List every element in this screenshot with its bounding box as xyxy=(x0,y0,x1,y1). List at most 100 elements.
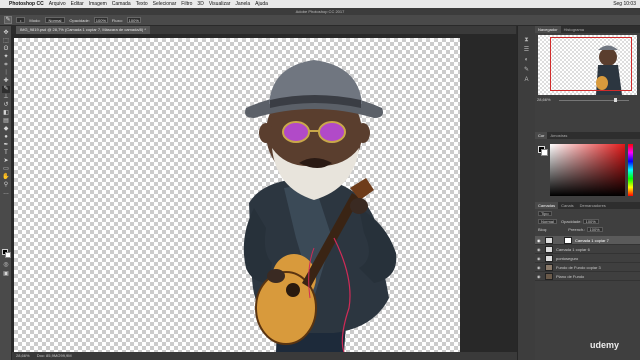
eye-icon[interactable]: ◉ xyxy=(537,254,541,263)
type-tool-icon[interactable]: T xyxy=(2,150,10,157)
menu-ajuda[interactable]: Ajuda xyxy=(255,1,268,7)
tab-canais[interactable]: Canais xyxy=(558,202,576,209)
hand-tool-icon[interactable]: ✋ xyxy=(2,174,10,181)
navigator-zoom-row: 28,66% xyxy=(535,97,640,103)
eye-icon[interactable]: ◉ xyxy=(537,245,541,254)
caricature-image xyxy=(243,60,397,353)
eye-icon[interactable]: ◉ xyxy=(537,272,541,281)
character-panel-icon[interactable]: A xyxy=(522,76,531,84)
layer-row[interactable]: ◉ pontoseguro xyxy=(535,254,640,263)
menu-filtro[interactable]: Filtro xyxy=(181,1,192,7)
menu-janela[interactable]: Janela xyxy=(235,1,250,7)
layer-filter-row: Tipo xyxy=(535,210,640,217)
shape-tool-icon[interactable]: ▭ xyxy=(2,166,10,173)
options-bar: ✎ • Modo: Normal Opacidade: 100% Fluxo: … xyxy=(0,15,640,26)
watermark-logo: udemy xyxy=(590,340,620,350)
screen-mode-icon[interactable]: ▣ xyxy=(2,271,10,278)
layer-fill-field[interactable]: 100% xyxy=(586,227,603,232)
quick-mask-icon[interactable]: ◎ xyxy=(2,262,10,269)
dodge-tool-icon[interactable]: ● xyxy=(2,134,10,141)
layer-thumbnail xyxy=(545,273,553,280)
layer-name: Plano de Fundo xyxy=(556,274,585,279)
background-color-swatch[interactable] xyxy=(5,252,11,258)
navigator-zoom-knob[interactable] xyxy=(614,98,617,102)
menu-texto[interactable]: Texto xyxy=(136,1,148,7)
gradient-tool-icon[interactable]: ▤ xyxy=(2,118,10,125)
tab-amostras[interactable]: Amostras xyxy=(547,132,570,139)
layer-row[interactable]: ◉ Camada 1 copiar 6 xyxy=(535,245,640,254)
menu-app-name[interactable]: Photoshop CC xyxy=(9,1,44,7)
layer-opacity-label: Opacidade: xyxy=(561,219,582,224)
history-panel-icon[interactable]: ⧗ xyxy=(522,36,531,44)
marquee-tool-icon[interactable]: ⬚ xyxy=(2,38,10,45)
document-tab[interactable]: IMG_9819.psd @ 28,7% (Camada 1 copiar 7,… xyxy=(16,26,150,34)
navigator-view-box[interactable] xyxy=(550,37,632,91)
navigator-tabs: Navegador Histograma xyxy=(535,26,640,33)
layer-opacity-field[interactable]: 100% xyxy=(582,219,599,224)
hue-slider[interactable] xyxy=(628,144,633,196)
zoom-tool-icon[interactable]: ⚲ xyxy=(2,182,10,189)
path-select-tool-icon[interactable]: ➤ xyxy=(2,158,10,165)
document-canvas[interactable] xyxy=(14,38,460,353)
opacity-field[interactable]: 100% xyxy=(93,17,108,23)
panel-background-swatch[interactable] xyxy=(541,149,548,156)
eye-icon[interactable]: ◉ xyxy=(537,236,541,245)
layer-row[interactable]: ◉ Camada 1 copiar 7 xyxy=(535,236,640,245)
tab-demarcadores[interactable]: Demarcadores xyxy=(577,202,609,209)
color-picker-field[interactable] xyxy=(550,144,625,196)
menu-selecionar[interactable]: Selecionar xyxy=(153,1,177,7)
tab-cor[interactable]: Cor xyxy=(535,132,548,139)
tools-panel: ✥ ⬚ ʘ ✦ ⌗ ᛁ ✚ ✎ ⊥ ↺ ◧ ▤ ◆ ● ✒ T ➤ ▭ ✋ ⚲ … xyxy=(0,26,12,360)
healing-tool-icon[interactable]: ✚ xyxy=(2,78,10,85)
eye-icon[interactable]: ◉ xyxy=(537,263,541,272)
history-brush-tool-icon[interactable]: ↺ xyxy=(2,102,10,109)
menu-visualizar[interactable]: Visualizar xyxy=(209,1,231,7)
flow-label: Fluxo: xyxy=(111,17,123,23)
layer-name: Camada 1 copiar 7 xyxy=(575,238,609,243)
canvas-area[interactable] xyxy=(12,34,517,353)
menu-editar[interactable]: Editar xyxy=(71,1,84,7)
brush-tool-icon[interactable]: ✎ xyxy=(2,86,10,93)
menu-imagem[interactable]: Imagem xyxy=(89,1,107,7)
menu-arquivo[interactable]: Arquivo xyxy=(49,1,66,7)
brush-preset-icon[interactable]: ✎ xyxy=(4,16,12,24)
navigator-thumbnail[interactable] xyxy=(538,35,637,95)
pen-tool-icon[interactable]: ✒ xyxy=(2,142,10,149)
flow-field[interactable]: 100% xyxy=(126,17,141,23)
collapsed-panels-strip: ⧗ ☰ ◐ ✎ A xyxy=(517,26,535,360)
lasso-tool-icon[interactable]: ʘ xyxy=(2,46,10,53)
status-zoom[interactable]: 28,66% xyxy=(16,353,30,358)
layer-kind-select[interactable]: Tipo xyxy=(538,211,552,216)
blur-tool-icon[interactable]: ◆ xyxy=(2,126,10,133)
layer-row[interactable]: ◉ Plano de Fundo xyxy=(535,272,640,281)
quick-select-tool-icon[interactable]: ✦ xyxy=(2,54,10,61)
properties-panel-icon[interactable]: ☰ xyxy=(522,46,531,54)
layer-name: pontoseguro xyxy=(556,256,579,261)
menu-bar: Photoshop CC Arquivo Editar Imagem Camad… xyxy=(0,0,640,8)
clone-stamp-tool-icon[interactable]: ⊥ xyxy=(2,94,10,101)
move-tool-icon[interactable]: ✥ xyxy=(2,30,10,37)
document-tab-bar: IMG_9819.psd @ 28,7% (Camada 1 copiar 7,… xyxy=(16,26,516,34)
menu-camada[interactable]: Camada xyxy=(112,1,131,7)
brush-panel-icon[interactable]: ✎ xyxy=(522,66,531,74)
navigator-zoom-slider[interactable] xyxy=(559,100,629,101)
eyedropper-tool-icon[interactable]: ᛁ xyxy=(2,70,10,77)
layer-lock-row: Bloq: Preench.: 100% xyxy=(535,226,640,233)
tab-camadas[interactable]: Camadas xyxy=(535,202,559,209)
navigator-zoom-value[interactable]: 28,66% xyxy=(537,97,551,102)
menu-3d[interactable]: 3D xyxy=(197,1,203,7)
brush-size-picker[interactable]: • xyxy=(16,17,26,23)
more-tools-icon[interactable]: … xyxy=(2,190,10,197)
layer-thumbnail xyxy=(545,246,553,253)
layer-thumbnail xyxy=(545,255,553,262)
tab-histograma[interactable]: Histograma xyxy=(561,26,587,33)
layer-row[interactable]: ◉ Fundo de Fundo copiar 3 xyxy=(535,263,640,272)
tab-navegador[interactable]: Navegador xyxy=(535,26,561,33)
crop-tool-icon[interactable]: ⌗ xyxy=(2,62,10,69)
layer-mask-thumbnail[interactable] xyxy=(564,237,572,244)
layer-thumbnail xyxy=(545,264,553,271)
adjustments-panel-icon[interactable]: ◐ xyxy=(522,56,531,64)
eraser-tool-icon[interactable]: ◧ xyxy=(2,110,10,117)
layer-blend-select[interactable]: Normal xyxy=(538,219,557,224)
mode-select[interactable]: Normal xyxy=(44,17,66,23)
